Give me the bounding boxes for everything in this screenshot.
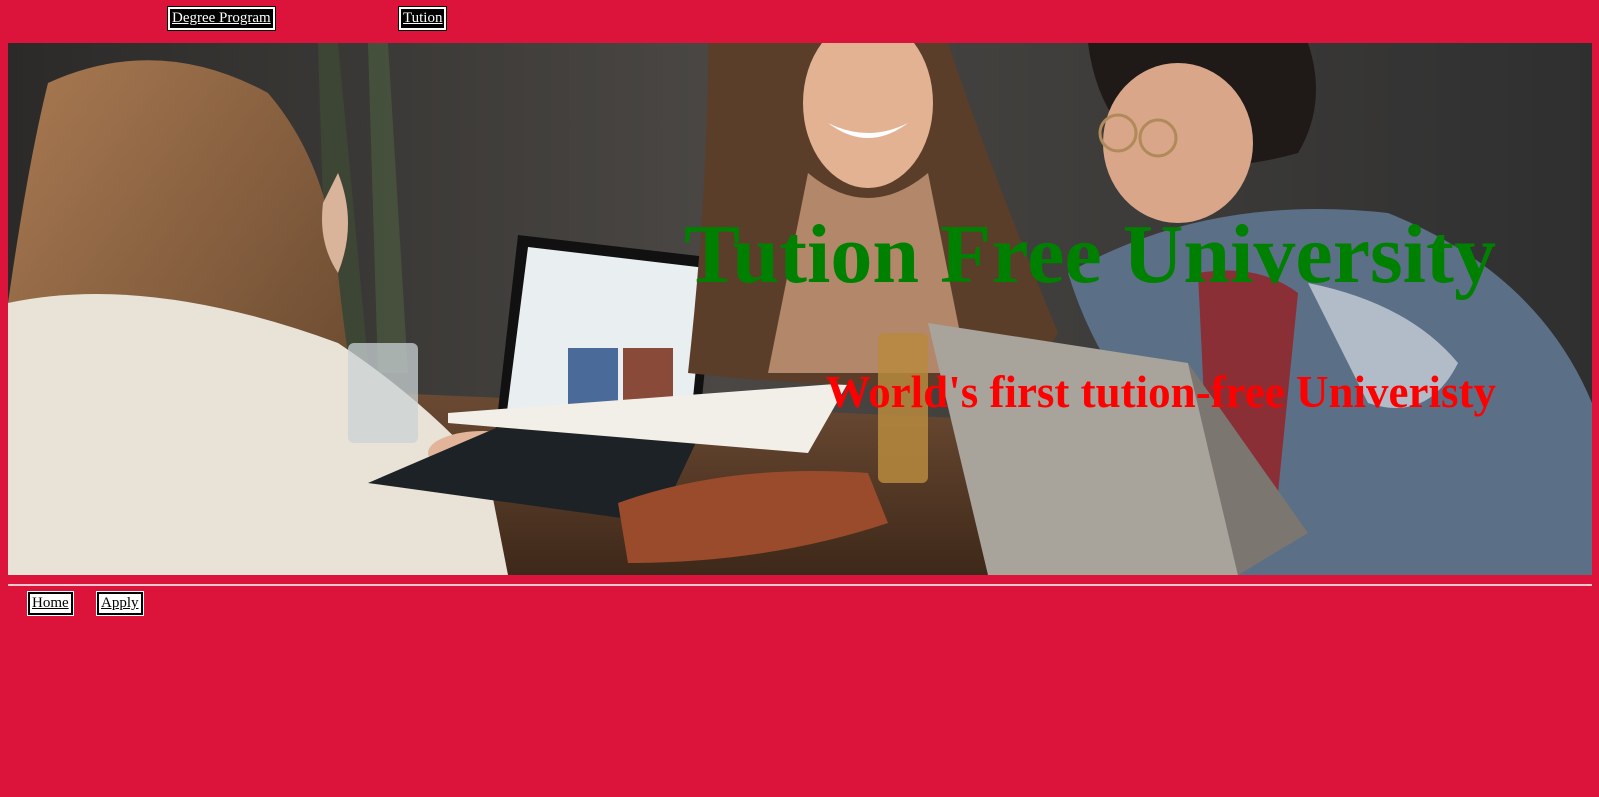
hero-banner: Tution Free University World's first tut… [8,43,1592,575]
nav-link-tuition[interactable]: Tution [397,6,448,31]
hero-subtitle: World's first tution-free Univeristy [825,367,1496,417]
nav-link-degree-program[interactable]: Degree Program [167,6,276,31]
footer-link-apply[interactable]: Apply [96,591,144,616]
top-navigation: Degree Program Tution [0,0,1599,43]
footer-divider [8,584,1592,586]
hero-background-photo [8,43,1592,575]
hero-title: Tution Free University [684,208,1496,301]
footer-link-home[interactable]: Home [27,591,74,616]
